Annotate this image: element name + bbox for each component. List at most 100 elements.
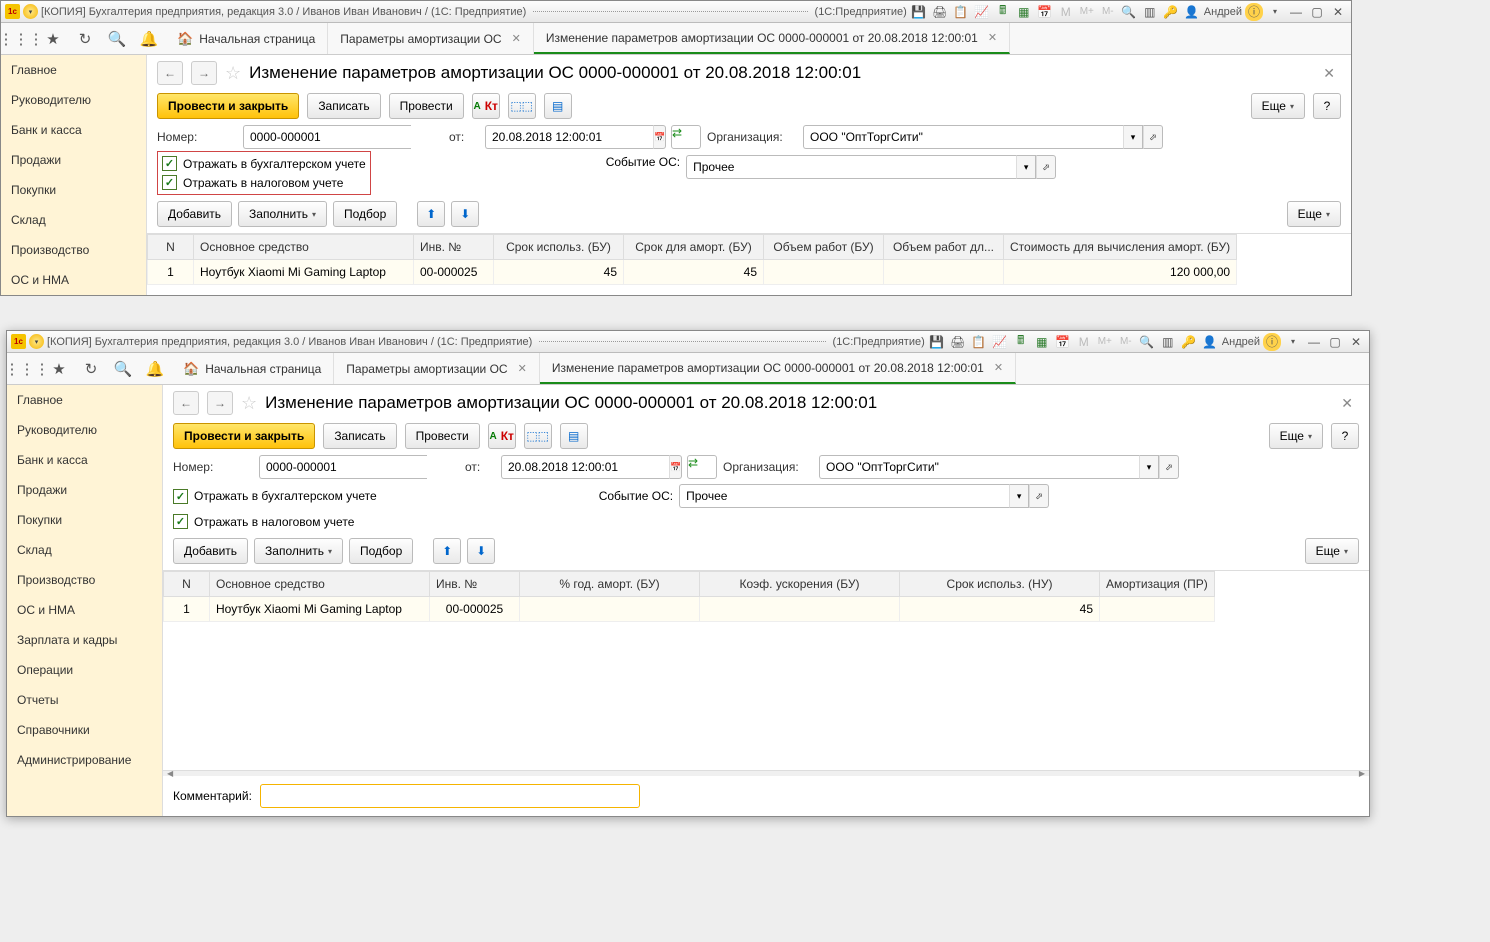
- event-dropdown-button[interactable]: ▾: [1016, 155, 1036, 179]
- calendar-icon[interactable]: 📅: [1036, 3, 1054, 21]
- star-icon[interactable]: ☆: [225, 63, 241, 84]
- add-button[interactable]: Добавить: [157, 201, 232, 227]
- maximize-icon[interactable]: ▢: [1326, 333, 1344, 351]
- cell-term-amort[interactable]: 45: [624, 260, 764, 285]
- history-icon[interactable]: ↻: [75, 354, 107, 384]
- calendar-button[interactable]: 📅: [669, 455, 682, 479]
- chart-icon[interactable]: 📈: [991, 333, 1009, 351]
- post-close-button[interactable]: Провести и закрыть: [173, 423, 315, 449]
- col-n[interactable]: N: [148, 235, 194, 260]
- sidebar-item[interactable]: Администрирование: [7, 745, 162, 775]
- nu-checkbox[interactable]: ✓: [173, 514, 188, 529]
- sidebar-item[interactable]: Отчеты: [7, 685, 162, 715]
- tab-params[interactable]: Параметры амортизации ОС✕: [334, 353, 540, 384]
- attach-button[interactable]: ▤: [544, 93, 572, 119]
- bell-icon[interactable]: 🔔: [133, 24, 165, 54]
- page-close-icon[interactable]: ✕: [1323, 65, 1335, 82]
- sidebar-item[interactable]: Главное: [7, 385, 162, 415]
- bu-checkbox[interactable]: ✓: [173, 489, 188, 504]
- col-vol1[interactable]: Объем работ (БУ): [764, 235, 884, 260]
- tab-close-icon[interactable]: ✕: [518, 362, 527, 375]
- nu-checkbox[interactable]: ✓: [162, 175, 177, 190]
- favorites-star-icon[interactable]: ★: [43, 354, 75, 384]
- col-n[interactable]: N: [164, 572, 210, 597]
- post-button[interactable]: Провести: [389, 93, 464, 119]
- number-input[interactable]: [259, 455, 427, 479]
- cell-inv[interactable]: 00-000025: [414, 260, 494, 285]
- bell-icon[interactable]: 🔔: [139, 354, 171, 384]
- col-amort-pr[interactable]: Амортизация (ПР): [1100, 572, 1215, 597]
- org-dropdown-button[interactable]: ▾: [1139, 455, 1159, 479]
- select-button[interactable]: Подбор: [333, 201, 397, 227]
- number-input[interactable]: [243, 125, 411, 149]
- star-icon[interactable]: ☆: [241, 393, 257, 414]
- tab-home[interactable]: 🏠Начальная страница: [165, 23, 328, 54]
- cell-asset[interactable]: Ноутбук Xiaomi Mi Gaming Laptop: [210, 597, 430, 622]
- col-vol2[interactable]: Объем работ дл...: [884, 235, 1004, 260]
- event-input[interactable]: [679, 484, 1009, 508]
- forward-button[interactable]: →: [207, 391, 233, 415]
- info-icon[interactable]: ⓘ: [1245, 3, 1263, 21]
- col-term-amort[interactable]: Срок для аморт. (БУ): [624, 235, 764, 260]
- sidebar-item[interactable]: Главное: [1, 55, 146, 85]
- mplus-label[interactable]: M+: [1096, 333, 1114, 351]
- apps-grid-icon[interactable]: ⋮⋮⋮: [5, 24, 37, 54]
- event-open-button[interactable]: ⬀: [1029, 484, 1049, 508]
- add-button[interactable]: Добавить: [173, 538, 248, 564]
- sidebar-item[interactable]: Производство: [1, 235, 146, 265]
- sidebar-item[interactable]: Покупки: [1, 175, 146, 205]
- move-down-button[interactable]: ⬇: [467, 538, 495, 564]
- spreadsheet-icon[interactable]: ▦: [1015, 3, 1033, 21]
- cell-term-bu[interactable]: 45: [494, 260, 624, 285]
- move-up-button[interactable]: ⬆: [433, 538, 461, 564]
- app-menu-dropdown-icon[interactable]: ▾: [29, 334, 44, 349]
- cell-cost[interactable]: 120 000,00: [1004, 260, 1237, 285]
- cell-amort[interactable]: [1100, 597, 1215, 622]
- clipboard-icon[interactable]: 📋: [970, 333, 988, 351]
- event-input[interactable]: [686, 155, 1016, 179]
- sidebar-item[interactable]: ОС и НМА: [1, 265, 146, 295]
- select-button[interactable]: Подбор: [349, 538, 413, 564]
- sidebar-item[interactable]: Руководителю: [7, 415, 162, 445]
- sidebar-item[interactable]: Продажи: [7, 475, 162, 505]
- panels-icon[interactable]: ▥: [1141, 3, 1159, 21]
- history-icon[interactable]: ↻: [69, 24, 101, 54]
- mminus-label[interactable]: M-: [1117, 333, 1135, 351]
- print-icon[interactable]: 🖨: [949, 333, 967, 351]
- col-koef[interactable]: Коэф. ускорения (БУ): [700, 572, 900, 597]
- structure-button[interactable]: ⬚⬚: [508, 93, 536, 119]
- help-button[interactable]: ?: [1331, 423, 1359, 449]
- print-icon[interactable]: 🖨: [931, 3, 949, 21]
- table-more-button[interactable]: Еще▾: [1305, 538, 1359, 564]
- search-icon[interactable]: 🔍: [107, 354, 139, 384]
- help-button[interactable]: ?: [1313, 93, 1341, 119]
- mplus-label[interactable]: M+: [1078, 3, 1096, 21]
- col-asset[interactable]: Основное средство: [210, 572, 430, 597]
- more-button[interactable]: Еще▾: [1251, 93, 1305, 119]
- col-inv[interactable]: Инв. №: [430, 572, 520, 597]
- calendar-icon[interactable]: 📅: [1054, 333, 1072, 351]
- record-button[interactable]: Записать: [307, 93, 380, 119]
- sidebar-item[interactable]: Производство: [7, 565, 162, 595]
- link-button[interactable]: ⇄: [687, 455, 717, 479]
- tab-change[interactable]: Изменение параметров амортизации ОС 0000…: [540, 353, 1016, 384]
- event-dropdown-button[interactable]: ▾: [1009, 484, 1029, 508]
- sidebar-item[interactable]: Покупки: [7, 505, 162, 535]
- sidebar-item[interactable]: Продажи: [1, 145, 146, 175]
- dtkt-button[interactable]: АКт: [472, 93, 500, 119]
- close-icon[interactable]: ✕: [1329, 3, 1347, 21]
- sidebar-item[interactable]: Зарплата и кадры: [7, 625, 162, 655]
- search-icon[interactable]: 🔍: [101, 24, 133, 54]
- save-icon[interactable]: 💾: [928, 333, 946, 351]
- table-row[interactable]: 1 Ноутбук Xiaomi Mi Gaming Laptop 00-000…: [164, 597, 1215, 622]
- clipboard-icon[interactable]: 📋: [952, 3, 970, 21]
- back-button[interactable]: ←: [157, 61, 183, 85]
- user-icon[interactable]: 👤: [1201, 333, 1219, 351]
- m-label[interactable]: M: [1075, 333, 1093, 351]
- date-input[interactable]: [501, 455, 669, 479]
- sidebar-item[interactable]: Банк и касса: [7, 445, 162, 475]
- save-icon[interactable]: 💾: [910, 3, 928, 21]
- tab-close-icon[interactable]: ✕: [994, 361, 1003, 374]
- minimize-icon[interactable]: —: [1287, 3, 1305, 21]
- spreadsheet-icon[interactable]: ▦: [1033, 333, 1051, 351]
